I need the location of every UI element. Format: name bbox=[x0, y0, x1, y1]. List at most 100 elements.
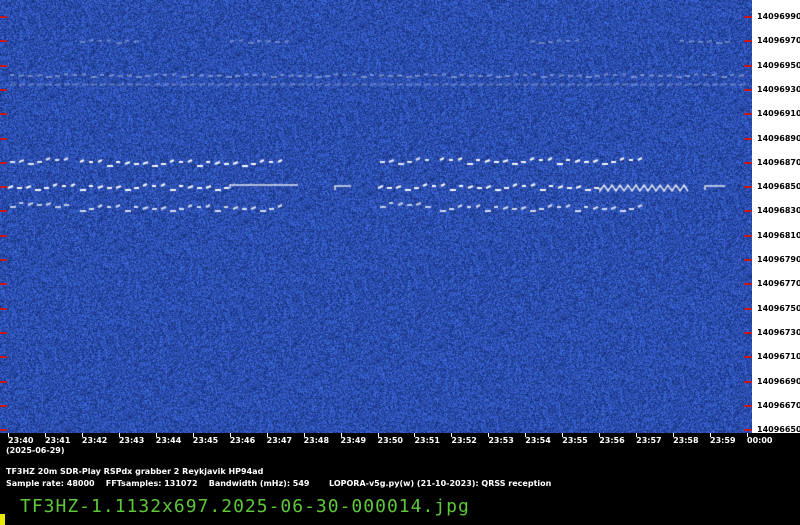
time-tick bbox=[525, 433, 527, 437]
frequency-label: 14096950 bbox=[757, 60, 800, 70]
frequency-tick bbox=[744, 259, 752, 261]
time-label: 23:52 bbox=[451, 436, 477, 445]
time-label: 23:58 bbox=[673, 436, 699, 445]
time-tick bbox=[44, 433, 46, 437]
frequency-tick bbox=[0, 404, 7, 407]
frequency-tick bbox=[744, 307, 752, 310]
frequency-tick bbox=[0, 113, 7, 116]
frequency-label: 14096830 bbox=[757, 206, 800, 216]
time-tick bbox=[229, 433, 231, 437]
frequency-tick bbox=[744, 380, 752, 383]
frequency-label: 14096850 bbox=[757, 182, 800, 192]
frequency-axis: 14096990 14096970 14096950 14096930 14096910… bbox=[752, 0, 800, 434]
frequency-tick bbox=[0, 429, 7, 432]
frequency-tick bbox=[744, 88, 752, 91]
time-axis: (2025-06-29) 23:40 23:41 23:42 23:43 23:44 23… bbox=[0, 433, 800, 459]
frequency-tick bbox=[744, 64, 752, 67]
frequency-tick bbox=[0, 259, 7, 261]
frequency-tick bbox=[744, 210, 752, 213]
time-tick bbox=[8, 433, 9, 437]
time-tick bbox=[747, 433, 748, 437]
frequency-label: 14096890 bbox=[757, 133, 800, 143]
frequency-tick bbox=[744, 404, 752, 407]
time-tick bbox=[303, 433, 305, 437]
time-label: 23:59 bbox=[710, 436, 736, 445]
frequency-tick bbox=[744, 429, 752, 432]
image-filename: TF3HZ-1.1132x697.2025-06-30-000014.jpg bbox=[20, 496, 470, 517]
time-label: 23:43 bbox=[118, 436, 145, 445]
time-label: 23:48 bbox=[303, 436, 330, 445]
time-tick bbox=[451, 433, 453, 437]
time-tick bbox=[599, 433, 601, 437]
station-info-line: TF3HZ 20m SDR-Play RSPdx grabber 2 Reykj… bbox=[6, 467, 264, 476]
time-label: 23:51 bbox=[414, 436, 440, 445]
time-label: 23:57 bbox=[636, 436, 662, 445]
frequency-tick bbox=[0, 186, 7, 189]
frequency-tick bbox=[0, 64, 7, 67]
frequency-tick bbox=[744, 234, 752, 237]
reception-parameters: Sample rate: 48000 FFTsamples: 131072 Ba… bbox=[6, 478, 551, 490]
frequency-tick bbox=[744, 40, 752, 43]
frequency-label: 14096770 bbox=[757, 279, 800, 289]
frequency-tick bbox=[0, 283, 7, 286]
frequency-label: 14096790 bbox=[757, 255, 800, 264]
frequency-tick bbox=[744, 356, 752, 359]
time-tick bbox=[488, 433, 490, 437]
frequency-label: 14096930 bbox=[757, 84, 800, 94]
frequency-tick bbox=[0, 161, 7, 164]
frequency-tick bbox=[744, 186, 752, 189]
frequency-label: 14096730 bbox=[757, 327, 800, 337]
software-version: LOPORA-v5g.py(w) (21-10-2023): QRSS rece… bbox=[329, 479, 552, 488]
frequency-label: 14096690 bbox=[757, 376, 800, 386]
time-tick bbox=[266, 433, 268, 437]
time-label: 23:54 bbox=[525, 436, 551, 445]
text-cursor bbox=[0, 514, 5, 525]
time-label: 23:55 bbox=[562, 436, 588, 445]
frequency-tick bbox=[744, 283, 752, 286]
time-tick bbox=[377, 433, 379, 437]
frequency-label: 14096990 bbox=[757, 12, 800, 21]
time-label: 23:47 bbox=[266, 436, 293, 445]
time-tick bbox=[636, 433, 638, 437]
frequency-label: 14096970 bbox=[757, 36, 800, 46]
fft-samples: FFTsamples: 131072 bbox=[105, 479, 198, 488]
time-tick bbox=[562, 433, 564, 437]
frequency-tick bbox=[0, 380, 7, 383]
frequency-tick bbox=[0, 88, 7, 91]
spectrogram-waterfall bbox=[0, 0, 752, 433]
time-label: 23:50 bbox=[377, 436, 403, 445]
time-label: 23:44 bbox=[155, 436, 182, 445]
time-label: 23:49 bbox=[340, 436, 367, 445]
frequency-tick bbox=[0, 307, 7, 310]
time-tick bbox=[118, 433, 120, 437]
station-info: TF3HZ 20m SDR-Play RSPdx grabber 2 Reykj… bbox=[6, 466, 551, 490]
time-tick bbox=[673, 433, 675, 437]
time-tick bbox=[710, 433, 712, 437]
frequency-tick bbox=[0, 356, 7, 359]
frequency-tick bbox=[0, 137, 7, 140]
time-tick bbox=[155, 433, 157, 437]
time-label: 23:53 bbox=[488, 436, 514, 445]
time-label: 23:42 bbox=[81, 436, 108, 445]
time-tick bbox=[340, 433, 342, 437]
frequency-tick bbox=[0, 16, 7, 18]
time-tick bbox=[414, 433, 416, 437]
frequency-tick bbox=[0, 40, 7, 43]
frequency-tick bbox=[0, 210, 7, 213]
frequency-tick bbox=[744, 331, 752, 334]
time-label: 23:41 bbox=[44, 436, 71, 445]
frequency-tick bbox=[744, 161, 752, 164]
bandwidth: Bandwidth (mHz): 549 bbox=[208, 479, 310, 488]
time-label: 00:00 bbox=[747, 436, 773, 445]
frequency-label: 14096670 bbox=[757, 400, 800, 410]
time-label: 23:40 bbox=[8, 436, 34, 445]
frequency-tick bbox=[0, 234, 7, 237]
frequency-tick bbox=[744, 113, 752, 116]
frequency-tick bbox=[0, 331, 7, 334]
time-tick bbox=[81, 433, 83, 437]
frequency-tick bbox=[744, 16, 752, 18]
frequency-label: 14096910 bbox=[757, 109, 800, 119]
frequency-label: 14096750 bbox=[757, 303, 800, 313]
time-label: 23:56 bbox=[599, 436, 625, 445]
frequency-tick bbox=[744, 137, 752, 140]
